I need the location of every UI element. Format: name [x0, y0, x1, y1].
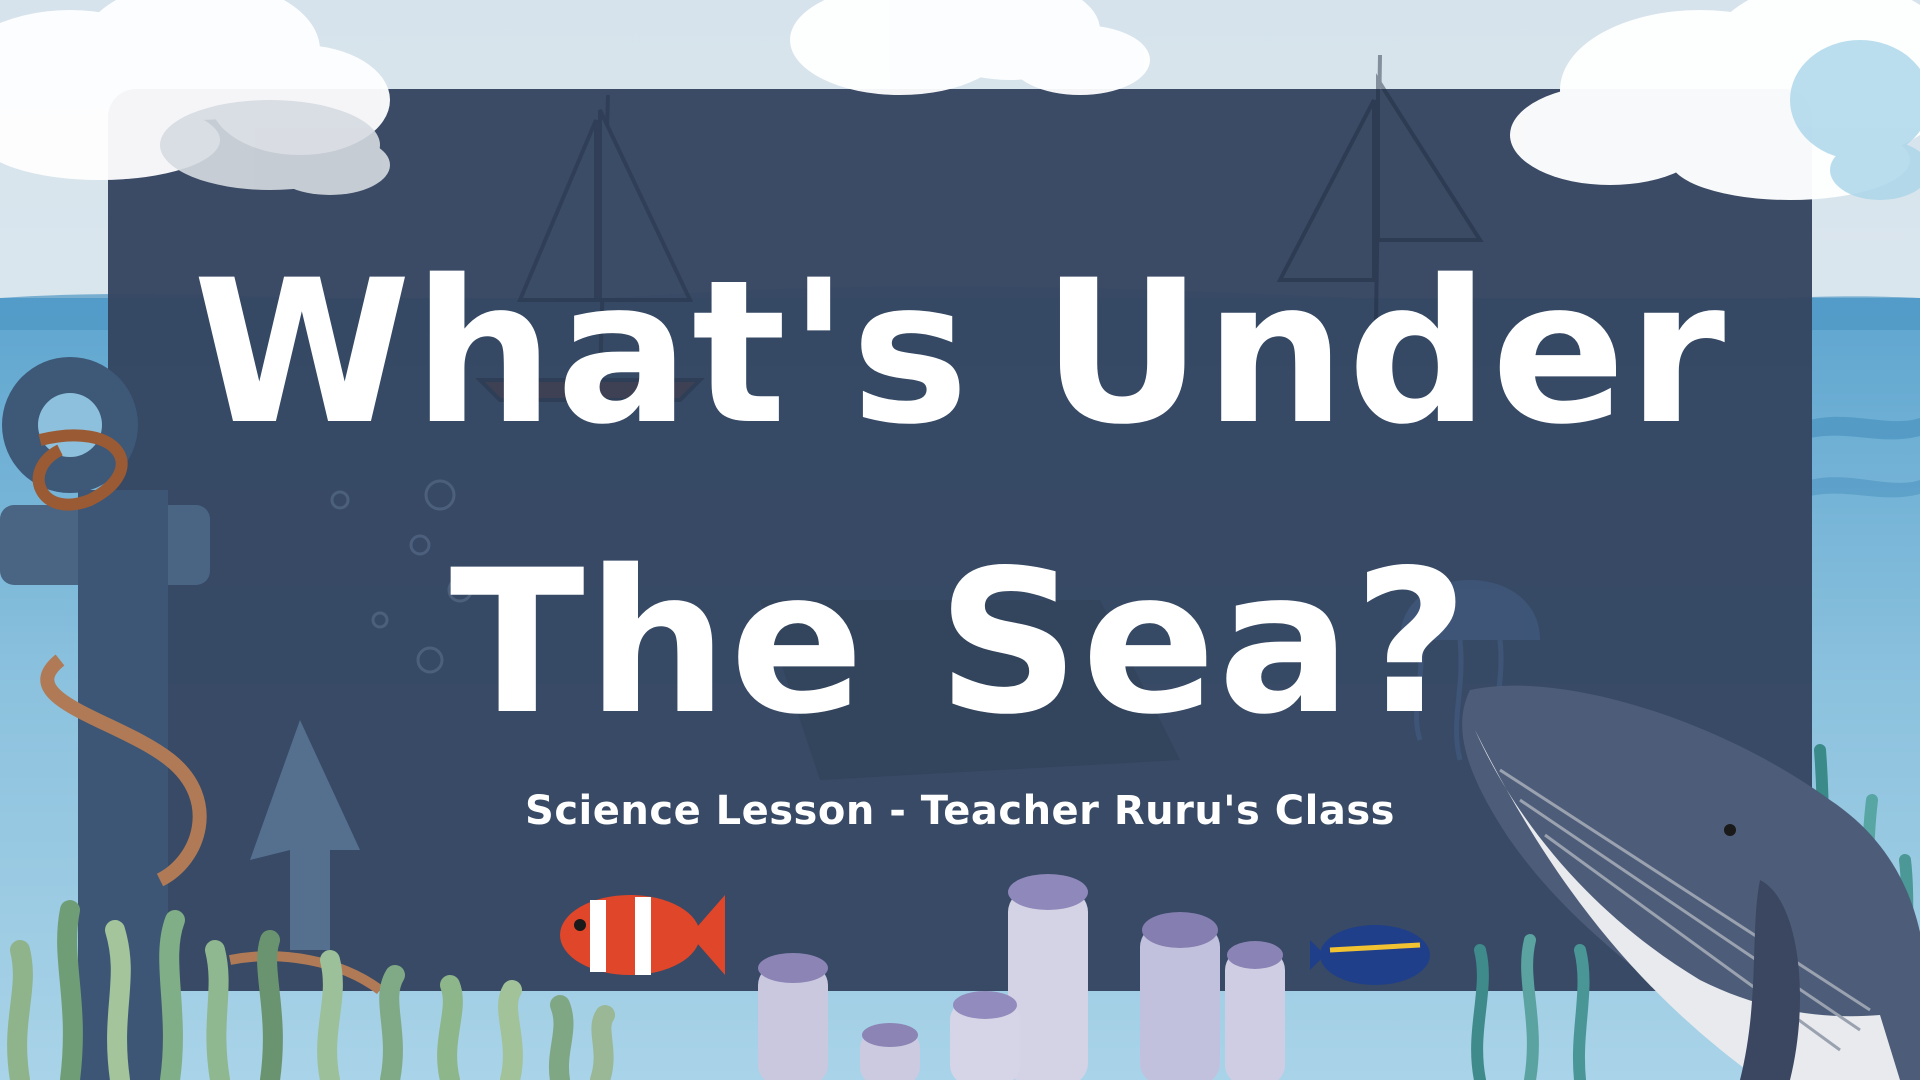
title-line-1: What's Under: [192, 237, 1728, 468]
title-line-2: The Sea?: [449, 527, 1471, 758]
slide-subtitle: Science Lesson - Teacher Ruru's Class: [525, 788, 1395, 834]
slide-title: What's Under The Sea?: [108, 208, 1812, 788]
